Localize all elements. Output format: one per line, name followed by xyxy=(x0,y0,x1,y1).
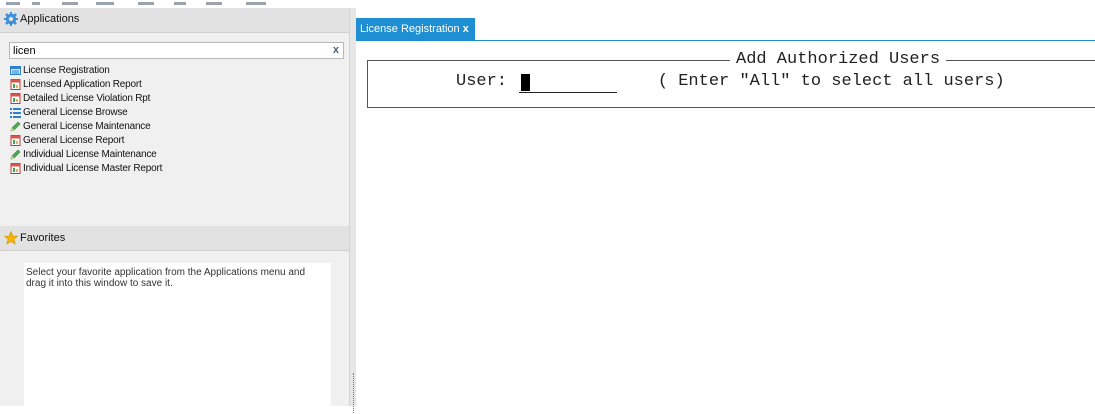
list-item[interactable]: Individual License Maintenance xyxy=(10,148,340,162)
report-icon xyxy=(10,135,21,146)
list-item[interactable]: Individual License Master Report xyxy=(10,162,340,176)
gear-icon xyxy=(4,12,18,26)
browse-list-icon xyxy=(10,108,21,118)
report-icon xyxy=(10,93,21,104)
list-item-label: Individual License Master Report xyxy=(23,163,163,174)
splitter-grip[interactable] xyxy=(353,373,355,413)
list-item[interactable]: Licensed Application Report xyxy=(10,78,340,92)
list-item-label: General License Report xyxy=(23,135,125,146)
applications-header[interactable]: Applications xyxy=(0,8,349,33)
report-icon xyxy=(10,163,21,174)
pane-splitter[interactable] xyxy=(349,8,356,413)
toolbar-mark xyxy=(206,2,222,5)
application-search-box[interactable]: x xyxy=(9,42,344,59)
user-hint: ( Enter "All" to select all users) xyxy=(657,72,1005,91)
user-label: User: xyxy=(456,72,508,91)
list-item[interactable]: Detailed License Violation Rpt xyxy=(10,92,340,106)
toolbar-mark xyxy=(96,2,114,5)
favorites-drop-area[interactable]: Select your favorite application from th… xyxy=(24,263,331,414)
tab-underline xyxy=(356,40,1095,41)
list-item-label: Detailed License Violation Rpt xyxy=(23,93,151,104)
toolbar-mark xyxy=(246,2,266,5)
workspace-pane: License Registration x Add Authorized Use… xyxy=(356,8,1095,406)
close-tab-icon[interactable]: x xyxy=(463,23,469,35)
pencil-icon xyxy=(10,149,21,160)
top-toolbar-strip xyxy=(0,0,1095,8)
list-item[interactable]: General License Report xyxy=(10,134,340,148)
report-icon xyxy=(10,79,21,90)
user-entry-line: User: ( Enter "All" to select all users) xyxy=(456,72,1005,93)
list-item[interactable]: General License Browse xyxy=(10,106,340,120)
list-item-label: General License Maintenance xyxy=(23,121,151,132)
toolbar-mark xyxy=(138,2,154,5)
tab-license-registration[interactable]: License Registration x xyxy=(356,18,475,40)
list-item-label: Licensed Application Report xyxy=(23,79,142,90)
star-icon xyxy=(4,231,18,245)
clear-search-icon[interactable]: x xyxy=(333,43,339,58)
text-cursor xyxy=(521,74,531,91)
user-input[interactable] xyxy=(519,72,618,93)
list-item[interactable]: General License Maintenance xyxy=(10,120,340,134)
pencil-icon xyxy=(10,121,21,132)
terminal-form: Add Authorized Users User: ( Enter "All"… xyxy=(367,50,1095,108)
favorites-hint: Select your favorite application from th… xyxy=(26,267,306,289)
toolbar-mark xyxy=(32,2,40,5)
search-input[interactable] xyxy=(13,43,313,58)
tab-label: License Registration xyxy=(360,23,460,35)
application-list: License Registration Licensed Applicatio… xyxy=(10,64,340,176)
list-item-label: Individual License Maintenance xyxy=(23,149,157,160)
list-item[interactable]: License Registration xyxy=(10,64,340,78)
left-pane: Applications x License Registration Lice… xyxy=(0,8,349,414)
form-title: Add Authorized Users xyxy=(730,50,947,70)
list-item-label: License Registration xyxy=(23,65,110,76)
toolbar-mark xyxy=(174,2,186,5)
applications-title: Applications xyxy=(20,13,80,25)
favorites-title: Favorites xyxy=(20,232,66,244)
toolbar-mark xyxy=(6,2,20,5)
favorites-header[interactable]: Favorites xyxy=(0,226,349,251)
list-item-label: General License Browse xyxy=(23,107,128,118)
toolbar-mark xyxy=(62,2,78,5)
list-form-icon xyxy=(10,66,21,75)
